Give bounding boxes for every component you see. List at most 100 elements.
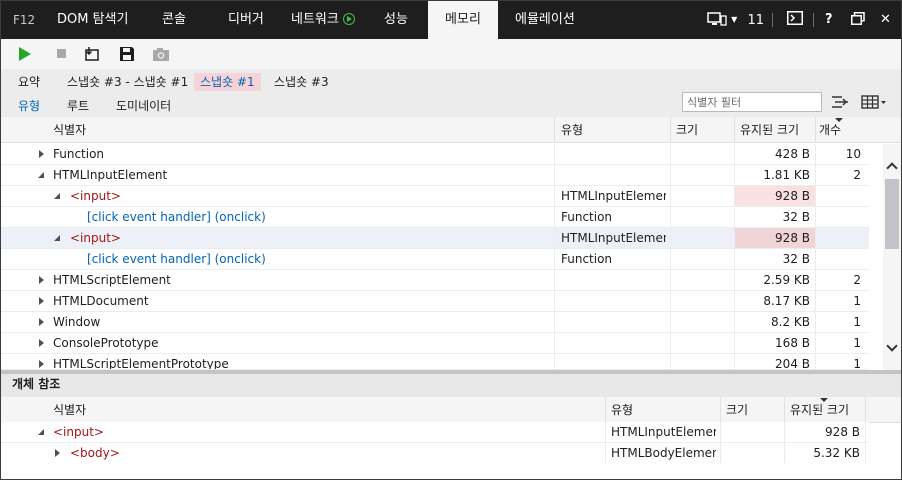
import-icon[interactable] xyxy=(83,45,101,63)
table-row[interactable]: Function 428 B 10 xyxy=(1,144,869,165)
table-row[interactable]: ConsolePrototype 168 B 1 xyxy=(1,333,869,354)
cell-divider xyxy=(670,228,671,249)
view-dominators[interactable]: 도미네이터 xyxy=(116,97,171,115)
reference-row[interactable]: <body> HTMLBodyElement 5.32 KB xyxy=(1,443,869,464)
camera-icon[interactable] xyxy=(152,45,170,63)
cell-divider xyxy=(670,312,671,333)
vertical-scrollbar[interactable] xyxy=(883,144,901,370)
tab-snapshot-compare[interactable]: 스냅숏 #3 - 스냅숏 #1 xyxy=(67,73,188,91)
row-identifier: HTMLInputElement xyxy=(53,168,168,182)
row-retained-size: 204 B xyxy=(775,357,810,370)
tab-memory[interactable]: 메모리 xyxy=(428,1,498,39)
tab-network[interactable]: 네트워크 xyxy=(291,1,355,39)
table-row[interactable]: HTMLScriptElement 2.59 KB 2 xyxy=(1,270,869,291)
table-row-selected[interactable]: <input> HTMLInputElement 928 B xyxy=(1,228,869,249)
cell-divider xyxy=(670,186,671,207)
expand-icon[interactable] xyxy=(38,318,46,326)
ref-retained-size: 5.32 KB xyxy=(813,446,860,460)
tab-emulation[interactable]: 에뮬레이션 xyxy=(515,1,575,39)
ref-type: HTMLBodyElement xyxy=(611,446,716,460)
cell-divider xyxy=(554,228,555,249)
table-row[interactable]: Window 8.2 KB 1 xyxy=(1,312,869,333)
view-roots[interactable]: 루트 xyxy=(67,97,89,115)
column-divider xyxy=(605,397,606,423)
device-target-button[interactable]: ▼ 11 xyxy=(707,1,764,39)
expand-icon[interactable] xyxy=(54,449,62,457)
tab-network-label: 네트워크 xyxy=(291,12,339,27)
collapse-icon[interactable] xyxy=(38,171,46,179)
table-row[interactable]: HTMLInputElement 1.81 KB 2 xyxy=(1,165,869,186)
cell-divider xyxy=(554,291,555,312)
row-retained-size: 8.17 KB xyxy=(763,294,810,308)
ref-type: HTMLInputElement xyxy=(611,425,716,439)
col-identifier[interactable]: 식별자 xyxy=(53,117,86,143)
scroll-thumb[interactable] xyxy=(885,179,899,249)
chevron-down-icon: ▼ xyxy=(731,15,738,24)
row-retained-size: 928 B xyxy=(735,228,815,248)
row-type: HTMLInputElement xyxy=(561,231,666,245)
table-row[interactable]: [click event handler] (onclick) Function… xyxy=(1,207,869,228)
close-button[interactable]: ✕ xyxy=(880,1,891,39)
collapse-icon[interactable] xyxy=(54,192,62,200)
scroll-down-icon[interactable] xyxy=(886,342,898,354)
col-retained-size[interactable]: 유지된 크기 xyxy=(740,117,799,143)
scroll-up-icon[interactable] xyxy=(886,160,898,172)
ref-col-size[interactable]: 크기 xyxy=(726,397,748,423)
row-identifier: HTMLScriptElementPrototype xyxy=(53,357,229,370)
tab-performance[interactable]: 성능 xyxy=(384,1,408,39)
table-row[interactable]: <input> HTMLInputElement 928 B xyxy=(1,186,869,207)
toolbar-divider xyxy=(813,13,814,27)
expand-icon[interactable] xyxy=(38,339,46,347)
reference-row[interactable]: <input> HTMLInputElement 928 B xyxy=(1,422,869,443)
column-divider xyxy=(670,117,671,143)
tab-debugger[interactable]: 디버거 xyxy=(228,1,264,39)
row-count: 10 xyxy=(845,147,861,161)
row-identifier: [click event handler] (onclick) xyxy=(87,210,266,224)
table-row[interactable]: HTMLDocument 8.17 KB 1 xyxy=(1,291,869,312)
col-size[interactable]: 크기 xyxy=(676,117,698,143)
sort-descending-icon xyxy=(835,118,843,122)
table-row[interactable]: HTMLScriptElementPrototype 204 B 1 xyxy=(1,354,869,370)
console-icon xyxy=(787,11,803,25)
identifier-filter-input[interactable] xyxy=(682,92,822,112)
collapse-icon[interactable] xyxy=(54,234,62,242)
tab-console[interactable]: 콘솔 xyxy=(162,1,186,39)
collapse-icon[interactable] xyxy=(38,428,46,436)
row-count: 1 xyxy=(853,357,861,370)
tab-snapshot-3[interactable]: 스냅숏 #3 xyxy=(274,73,329,91)
tab-snapshot-1[interactable]: 스냅숏 #1 xyxy=(194,73,261,91)
row-identifier: <input> xyxy=(70,189,121,203)
expand-icon[interactable] xyxy=(38,360,46,368)
console-toggle-button[interactable] xyxy=(787,1,803,39)
column-divider xyxy=(865,397,866,423)
save-icon[interactable] xyxy=(118,45,136,63)
cell-divider xyxy=(554,249,555,270)
stop-icon[interactable] xyxy=(53,45,71,63)
column-divider xyxy=(815,117,816,143)
filter-options-button[interactable] xyxy=(831,94,849,110)
play-icon[interactable] xyxy=(16,45,34,63)
ref-col-identifier[interactable]: 식별자 xyxy=(53,397,86,423)
expand-icon[interactable] xyxy=(38,297,46,305)
cell-divider xyxy=(554,312,555,333)
restore-window-button[interactable] xyxy=(851,1,865,39)
help-button[interactable]: ? xyxy=(825,1,833,39)
col-type[interactable]: 유형 xyxy=(561,117,583,143)
view-type[interactable]: 유형 xyxy=(18,97,40,115)
ref-col-type[interactable]: 유형 xyxy=(611,397,633,423)
row-count: 1 xyxy=(853,294,861,308)
object-references-title: 개체 참조 xyxy=(1,374,901,397)
tab-summary[interactable]: 요약 xyxy=(18,73,40,91)
cell-divider xyxy=(670,291,671,312)
tab-dom-explorer[interactable]: DOM 탐색기 xyxy=(57,1,128,39)
cell-divider xyxy=(815,207,816,228)
cell-divider xyxy=(554,270,555,291)
expand-icon[interactable] xyxy=(38,276,46,284)
ref-retained-size: 928 B xyxy=(825,425,860,439)
table-row[interactable]: [click event handler] (onclick) Function… xyxy=(1,249,869,270)
row-identifier: HTMLDocument xyxy=(53,294,149,308)
device-count: 11 xyxy=(747,13,764,28)
expand-icon[interactable] xyxy=(38,150,46,158)
row-type: Function xyxy=(561,210,613,224)
column-settings-button[interactable] xyxy=(861,94,887,110)
